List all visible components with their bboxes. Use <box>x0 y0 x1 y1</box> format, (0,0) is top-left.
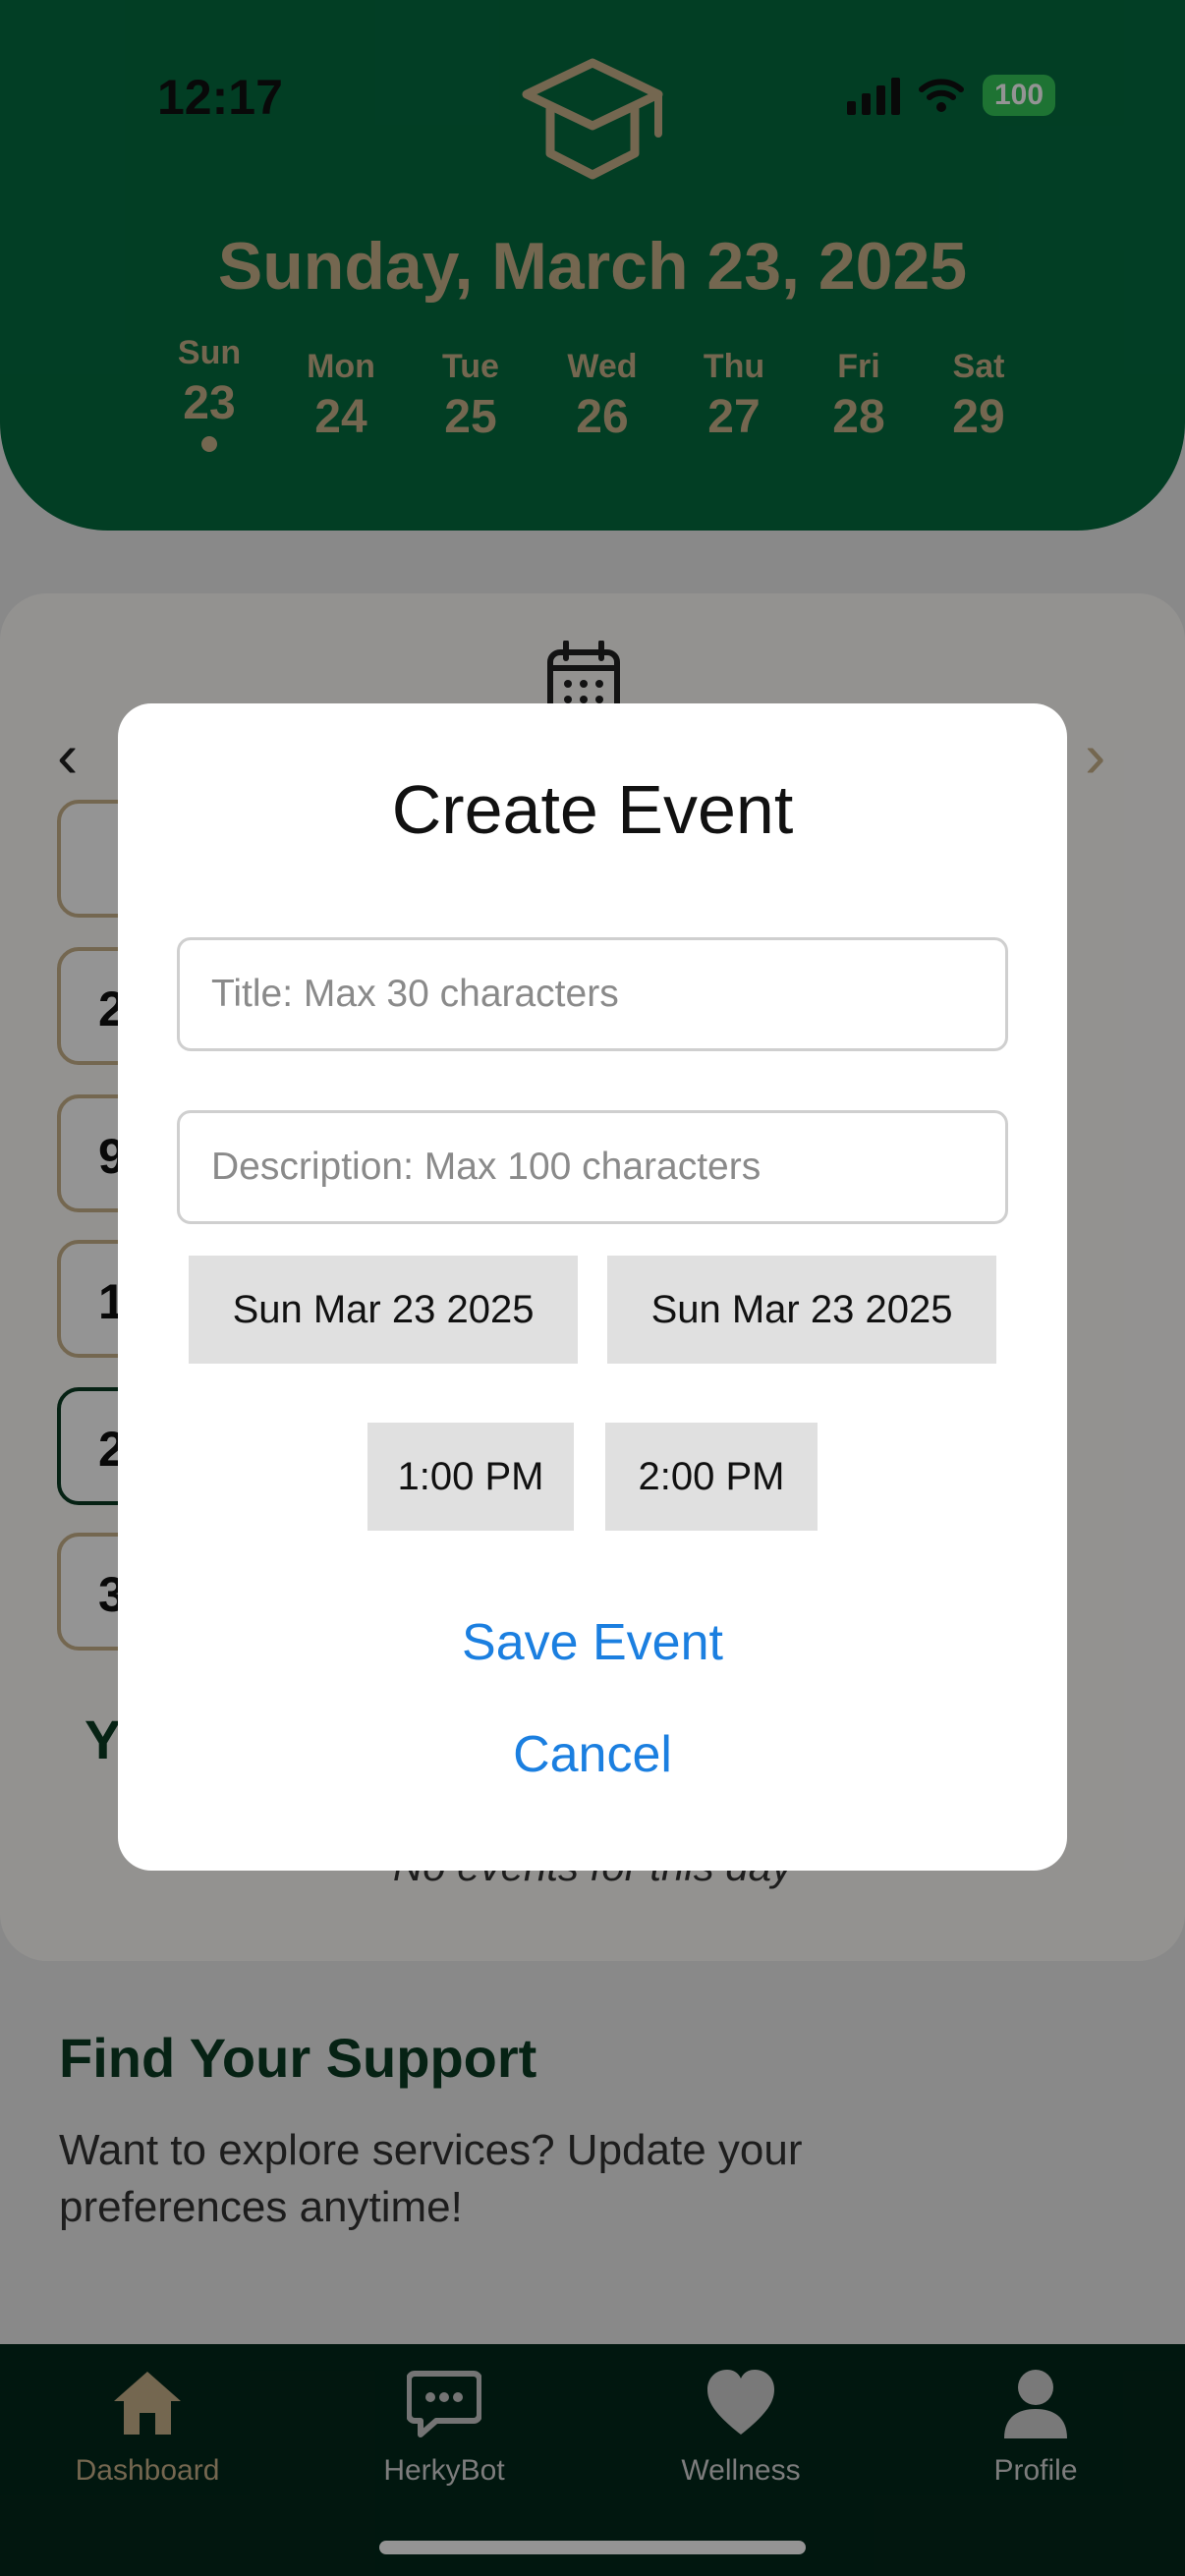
save-event-button[interactable]: Save Event <box>118 1613 1067 1672</box>
cancel-button[interactable]: Cancel <box>118 1725 1067 1784</box>
start-date-picker[interactable]: Sun Mar 23 2025 <box>189 1256 578 1364</box>
end-time-picker[interactable]: 2:00 PM <box>605 1423 818 1531</box>
start-time-picker[interactable]: 1:00 PM <box>367 1423 574 1531</box>
create-event-modal: Create Event Sun Mar 23 2025 Sun Mar 23 … <box>118 703 1067 1871</box>
modal-title: Create Event <box>391 771 794 848</box>
event-description-input[interactable] <box>177 1110 1008 1224</box>
event-title-input[interactable] <box>177 937 1008 1051</box>
end-date-picker[interactable]: Sun Mar 23 2025 <box>607 1256 996 1364</box>
